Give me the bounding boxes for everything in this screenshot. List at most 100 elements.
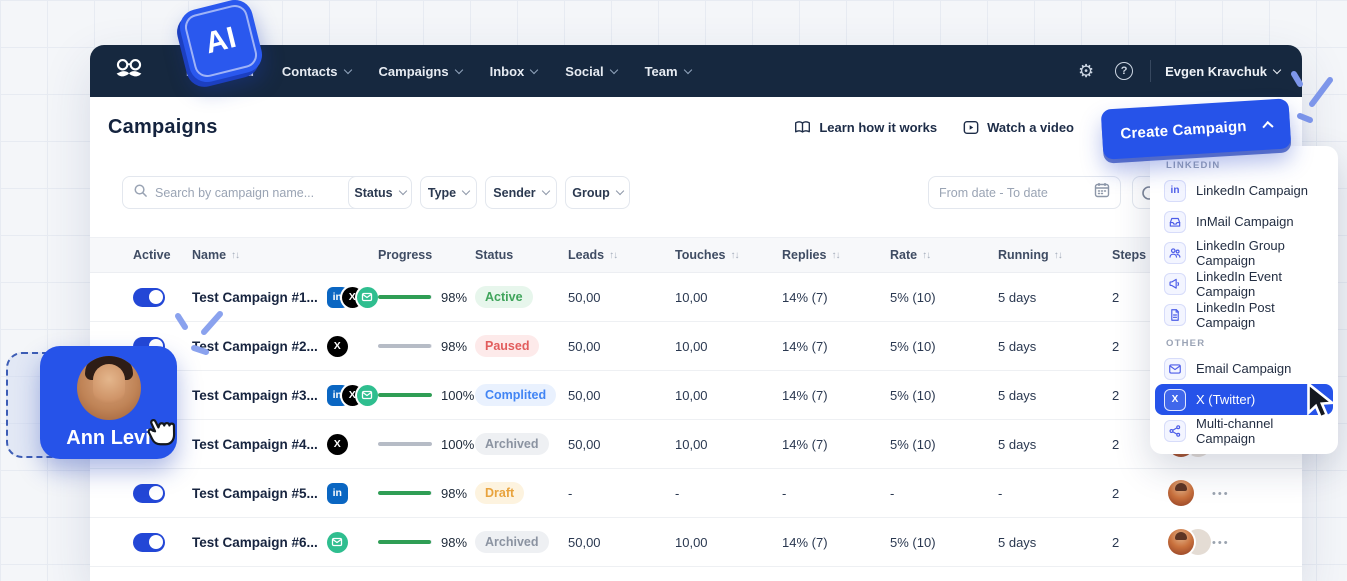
progress-bar	[378, 540, 432, 544]
nav-item-label: Team	[645, 64, 678, 79]
user-menu[interactable]: Evgen Kravchuk	[1165, 64, 1280, 79]
campaign-name[interactable]: Test Campaign #4...	[192, 437, 318, 452]
column-label: Progress	[378, 248, 432, 262]
progress-bar	[378, 344, 432, 348]
table-row: Test Campaign #2...X98%Paused50,0010,001…	[90, 322, 1302, 371]
value-cell: -	[890, 486, 998, 501]
linkedin-channel-icon: in	[327, 483, 348, 504]
date-range-placeholder: From date - To date	[939, 186, 1094, 200]
column-label: Status	[475, 248, 513, 262]
book-icon	[794, 120, 811, 135]
active-toggle[interactable]	[133, 484, 165, 503]
progress-cell: 98%	[378, 535, 475, 550]
column-header-rate[interactable]: Rate↑↓	[890, 248, 998, 262]
value-cell: 2	[1112, 535, 1168, 550]
watch-a-video-link[interactable]: Watch a video	[963, 120, 1074, 135]
grab-hand-cursor	[146, 410, 190, 455]
campaign-name[interactable]: Test Campaign #6...	[192, 535, 318, 550]
inmail-icon	[1164, 211, 1186, 233]
chevron-down-icon	[616, 187, 624, 195]
value-cell: 5 days	[998, 388, 1112, 403]
column-header-touches[interactable]: Touches↑↓	[675, 248, 782, 262]
status-cell: Archived	[475, 433, 568, 455]
sender-avatars	[1168, 479, 1212, 507]
column-label: Replies	[782, 248, 826, 262]
menu-item-linkedin-group-campaign[interactable]: LinkedIn Group Campaign	[1150, 237, 1338, 268]
campaign-name[interactable]: Test Campaign #5...	[192, 486, 318, 501]
status-cell: Draft	[475, 482, 568, 504]
chevron-down-icon	[343, 65, 351, 73]
help-button[interactable]: ?	[1112, 59, 1136, 83]
name-cell: Test Campaign #1...inX	[192, 287, 378, 308]
column-header-leads[interactable]: Leads↑↓	[568, 248, 675, 262]
filter-dropdown-sender[interactable]: Sender	[485, 176, 557, 209]
active-toggle[interactable]	[133, 533, 165, 552]
more-menu-button[interactable]: •••	[1212, 537, 1230, 549]
column-header-running[interactable]: Running↑↓	[998, 248, 1112, 262]
app-logo[interactable]	[112, 56, 146, 87]
date-range-filter[interactable]: From date - To date	[928, 176, 1121, 209]
email-channel-icon	[357, 385, 378, 406]
menu-item-label: InMail Campaign	[1196, 214, 1294, 229]
chevron-down-icon	[530, 65, 538, 73]
nav-item-inbox[interactable]: Inbox	[490, 64, 538, 79]
menu-item-linkedin-post-campaign[interactable]: LinkedIn Post Campaign	[1150, 299, 1338, 330]
active-toggle[interactable]	[133, 288, 165, 307]
campaign-name[interactable]: Test Campaign #1...	[192, 290, 318, 305]
table-row: Test Campaign #3...inX100%Complited50,00…	[90, 371, 1302, 420]
toggle-knob	[149, 486, 163, 500]
sparkle-decoration-icon	[1284, 62, 1340, 137]
nav-item-label: Contacts	[282, 64, 338, 79]
menu-item-label: LinkedIn Event Campaign	[1196, 269, 1328, 299]
value-cell: 14% (7)	[782, 437, 890, 452]
column-label: Name	[192, 248, 226, 262]
value-cell: -	[782, 486, 890, 501]
value-cell: 50,00	[568, 535, 675, 550]
watch-a-video-label: Watch a video	[987, 120, 1074, 135]
name-cell: Test Campaign #5... in	[192, 483, 378, 504]
column-label: Touches	[675, 248, 725, 262]
channel-icons: inX	[327, 385, 378, 406]
create-campaign-label: Create Campaign	[1120, 117, 1247, 142]
settings-button[interactable]: ⚙	[1074, 59, 1098, 83]
column-header-name[interactable]: Name↑↓	[192, 248, 378, 262]
more-menu-button[interactable]: •••	[1212, 488, 1230, 500]
learn-how-it-works-link[interactable]: Learn how it works	[794, 120, 937, 135]
nav-item-team[interactable]: Team	[645, 64, 691, 79]
filter-dropdown-type[interactable]: Type	[420, 176, 477, 209]
dropdown-section-label: LINKEDIN	[1150, 152, 1338, 175]
menu-item-linkedin-campaign[interactable]: inLinkedIn Campaign	[1150, 175, 1338, 206]
nav-right-group: ⚙ ? Evgen Kravchuk	[1074, 59, 1280, 83]
campaign-name[interactable]: Test Campaign #3...	[192, 388, 318, 403]
status-cell: Complited	[475, 384, 568, 406]
value-cell: 50,00	[568, 437, 675, 452]
status-badge: Draft	[475, 482, 524, 504]
name-cell: Test Campaign #4...X	[192, 434, 378, 455]
value-cell: 14% (7)	[782, 535, 890, 550]
desktop-background: DashboardContactsCampaignsInboxSocialTea…	[0, 0, 1347, 581]
progress-label: 98%	[441, 535, 467, 550]
status-badge: Archived	[475, 433, 549, 455]
event-icon	[1164, 273, 1186, 295]
page-title: Campaigns	[108, 116, 218, 139]
value-cell: 14% (7)	[782, 388, 890, 403]
search-input[interactable]	[155, 186, 361, 200]
filter-dropdown-status[interactable]: Status	[348, 176, 412, 209]
linkedin-icon: in	[1164, 180, 1186, 202]
row-menu-cell: •••	[1212, 484, 1302, 502]
toggle-knob	[149, 535, 163, 549]
nav-item-contacts[interactable]: Contacts	[282, 64, 351, 79]
avatar	[1168, 480, 1194, 506]
value-cell: 50,00	[568, 339, 675, 354]
filter-dropdown-group[interactable]: Group	[565, 176, 630, 209]
column-header-replies[interactable]: Replies↑↓	[782, 248, 890, 262]
value-cell: 5 days	[998, 437, 1112, 452]
multi-icon	[1164, 420, 1186, 442]
value-cell: 5% (10)	[890, 535, 998, 550]
menu-item-linkedin-event-campaign[interactable]: LinkedIn Event Campaign	[1150, 268, 1338, 299]
nav-item-campaigns[interactable]: Campaigns	[379, 64, 462, 79]
column-label: Running	[998, 248, 1049, 262]
progress-label: 100%	[441, 388, 474, 403]
menu-item-inmail-campaign[interactable]: InMail Campaign	[1150, 206, 1338, 237]
nav-item-social[interactable]: Social	[565, 64, 616, 79]
